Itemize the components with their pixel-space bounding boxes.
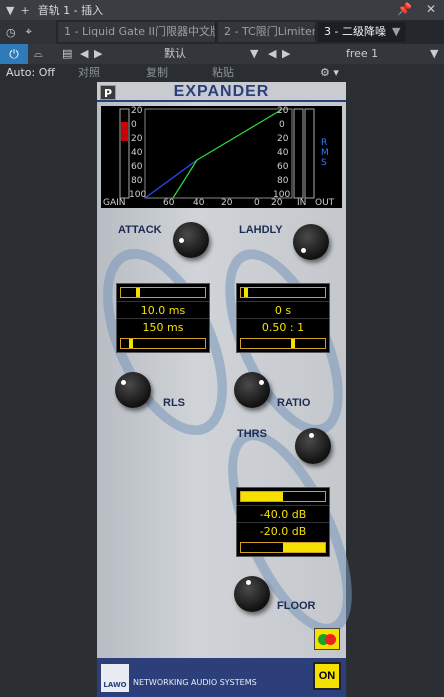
lahdly-value: 0 s [237, 301, 329, 318]
plugin-header: EXPANDER P [97, 82, 346, 102]
tab-tc-limiter[interactable]: 2 - TC限门Limiter [218, 22, 316, 42]
plugin-footer: LAWO NETWORKING AUDIO SYSTEMS ON [97, 658, 346, 697]
lahdly-label: LAHDLY [239, 224, 283, 236]
x-scale-0: 60 [163, 198, 175, 208]
rms-label: RMS [321, 138, 329, 168]
transfer-curve-display: 20 0 20 40 60 80 100 20 0 20 40 60 80 10… [101, 106, 342, 208]
lawo-logo: LAWO [101, 664, 129, 692]
footer-text: NETWORKING AUDIO SYSTEMS [133, 678, 257, 687]
automation-status[interactable]: Auto: Off [6, 64, 55, 82]
x-scale-1: 40 [193, 198, 205, 208]
scale-right-4: 60 [277, 162, 289, 172]
status-led-button[interactable] [314, 628, 340, 650]
timer-icon[interactable]: ◷ [6, 26, 16, 39]
scale-right-3: 40 [277, 148, 289, 158]
thrs-floor-display: -40.0 dB -20.0 dB [236, 487, 330, 557]
floor-bar[interactable] [240, 542, 326, 553]
ratio-knob[interactable] [234, 372, 270, 408]
tab-noise-reduction[interactable]: 3 - 二级降噪 ▼ [318, 22, 406, 42]
prev-preset-icon[interactable]: ◀ [80, 44, 88, 64]
add-icon[interactable]: + [20, 4, 29, 17]
attack-release-display: 10.0 ms 150 ms [116, 283, 210, 353]
scale-left-2: 20 [131, 134, 143, 144]
scale-right-0: 20 [277, 106, 289, 116]
thrs-knob[interactable] [295, 428, 331, 464]
copy-button[interactable]: 复制 [146, 64, 168, 82]
tab-active-label: 3 - 二级降噪 [324, 25, 386, 38]
slot-name[interactable]: free 1 [346, 44, 378, 64]
out-label: OUT [315, 198, 335, 208]
scale-left-3: 40 [131, 148, 143, 158]
floor-value: -20.0 dB [237, 522, 329, 539]
plugin-tabs: ◷ ⌖ 1 - Liquid Gate II门限器中文版 2 - TC限门Lim… [0, 20, 444, 44]
attack-knob[interactable] [173, 222, 209, 258]
release-bar-marker [129, 339, 134, 348]
scale-left-6: 100 [129, 190, 147, 200]
power-button[interactable]: ⏻ [0, 44, 28, 64]
ratio-value: 0.50 : 1 [237, 318, 329, 335]
scale-right-2: 20 [277, 134, 289, 144]
slot-dropdown-icon[interactable]: ▼ [430, 44, 438, 64]
in-label: IN [297, 198, 307, 208]
prev-slot-icon[interactable]: ◀ [268, 44, 276, 64]
scale-left-4: 60 [131, 162, 143, 172]
scale-left-0: 20 [131, 106, 143, 116]
tab-liquid-gate[interactable]: 1 - Liquid Gate II门限器中文版 [58, 22, 216, 42]
floor-label: FLOOR [277, 600, 316, 612]
scale-right-5: 80 [277, 176, 289, 186]
release-knob[interactable] [115, 372, 151, 408]
x-scale-3: 0 [254, 198, 260, 208]
floor-knob[interactable] [234, 576, 270, 612]
collapse-arrow-icon[interactable]: ▼ [6, 4, 14, 17]
expander-plugin: EXPANDER P 20 0 20 40 60 80 100 20 0 20 … [77, 82, 378, 697]
x-scale-2: 20 [221, 198, 233, 208]
attack-value: 10.0 ms [117, 301, 209, 318]
pin-icon[interactable]: 📌 [397, 2, 412, 16]
chevron-down-icon[interactable]: ▼ [392, 25, 400, 38]
routing-icon[interactable]: ⌖ [26, 25, 32, 39]
bypass-icon[interactable]: ⌓ [34, 44, 43, 64]
gear-icon[interactable]: ⚙ ▾ [320, 64, 339, 82]
preset-dropdown-icon[interactable]: ▼ [250, 44, 258, 64]
thrs-value: -40.0 dB [237, 505, 329, 522]
ratio-label: RATIO [277, 397, 311, 409]
on-button[interactable]: ON [313, 662, 341, 690]
plugin-title: EXPANDER [173, 83, 270, 100]
window-titlebar: ▼ + 音轨 1 - 插入 📌 ✕ [0, 0, 444, 20]
preset-name[interactable]: 默认 [164, 44, 186, 64]
lahdly-bar-marker [243, 288, 248, 297]
p-button[interactable]: P [100, 85, 116, 100]
attack-label: ATTACK [118, 224, 162, 236]
scale-left-5: 80 [131, 176, 143, 186]
lahdly-bar[interactable] [240, 287, 326, 298]
release-label: RLS [163, 397, 185, 409]
release-bar[interactable] [120, 338, 206, 349]
thrs-bar-fill [241, 492, 283, 501]
close-icon[interactable]: ✕ [426, 2, 436, 16]
gain-label: GAIN [103, 198, 126, 208]
x-scale-4: 20 [271, 198, 283, 208]
paste-button[interactable]: 粘贴 [212, 64, 234, 82]
release-value: 150 ms [117, 318, 209, 335]
lahdly-ratio-display: 0 s 0.50 : 1 [236, 283, 330, 353]
ratio-bar-marker [291, 339, 296, 348]
thrs-label: THRS [237, 428, 267, 440]
preset-menu-icon[interactable]: ▤ [62, 44, 72, 64]
floor-bar-fill [283, 543, 325, 552]
red-led [325, 634, 336, 645]
lahdly-knob[interactable] [293, 224, 329, 260]
next-slot-icon[interactable]: ▶ [282, 44, 290, 64]
window-title: 音轨 1 - 插入 [37, 4, 104, 17]
compare-button[interactable]: 对照 [78, 64, 100, 82]
compare-row: Auto: Off 对照 复制 粘贴 ⚙ ▾ [0, 64, 444, 82]
thrs-bar[interactable] [240, 491, 326, 502]
scale-right-1: 0 [279, 120, 285, 130]
scale-left-1: 0 [131, 120, 137, 130]
attack-bar-marker [136, 288, 141, 297]
next-preset-icon[interactable]: ▶ [94, 44, 102, 64]
ratio-bar[interactable] [240, 338, 326, 349]
attack-bar[interactable] [120, 287, 206, 298]
preset-row: ⏻ ⌓ ▤ ◀ ▶ 默认 ▼ ◀ ▶ free 1 ▼ [0, 44, 444, 64]
